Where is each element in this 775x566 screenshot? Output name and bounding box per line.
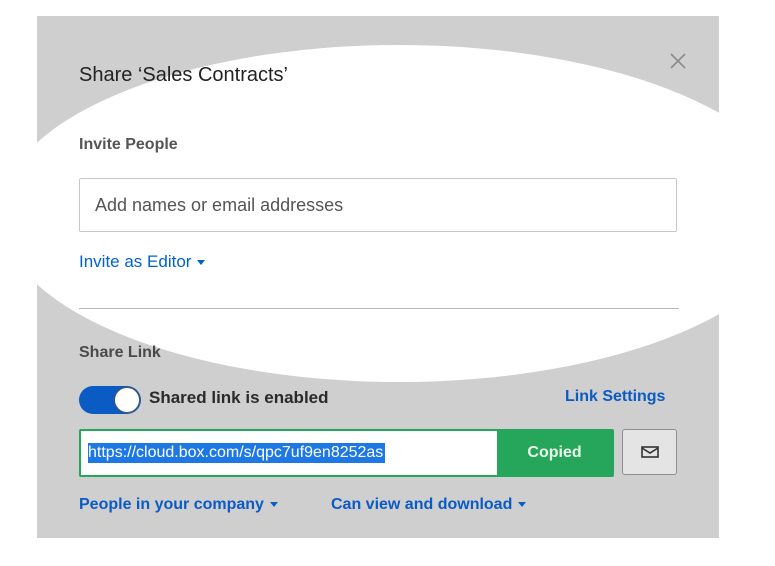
share-dialog: Share ‘Sales Contracts’ Invite People In… (37, 16, 719, 538)
shared-link-url-input[interactable]: https://cloud.box.com/s/qpc7uf9en8252as (81, 431, 497, 475)
invite-email-input[interactable] (79, 178, 677, 232)
invite-role-dropdown[interactable]: Invite as Editor (79, 252, 206, 272)
shared-link-url: https://cloud.box.com/s/qpc7uf9en8252as (88, 443, 386, 463)
invite-role-label: Invite as Editor (79, 252, 192, 271)
envelope-icon (641, 446, 659, 458)
close-icon[interactable] (667, 50, 689, 72)
toggle-knob (115, 388, 139, 412)
invite-people-label: Invite People (79, 136, 178, 153)
shared-link-status: Shared link is enabled (149, 388, 329, 407)
copy-link-button[interactable]: Copied (497, 431, 612, 475)
link-permission-dropdown[interactable]: Can view and download (331, 496, 527, 514)
chevron-down-icon (197, 260, 206, 266)
link-audience-dropdown[interactable]: People in your company (79, 496, 278, 514)
chevron-down-icon (518, 502, 527, 508)
link-settings-link[interactable]: Link Settings (565, 388, 665, 406)
link-permission-label: Can view and download (331, 496, 513, 513)
share-link-label: Share Link (79, 344, 161, 361)
section-divider (79, 308, 679, 309)
chevron-down-icon (269, 502, 278, 508)
email-link-button[interactable] (622, 429, 677, 475)
dialog-title: Share ‘Sales Contracts’ (79, 64, 288, 86)
shared-link-toggle[interactable] (79, 386, 141, 414)
shared-link-field: https://cloud.box.com/s/qpc7uf9en8252as … (79, 429, 614, 477)
link-audience-label: People in your company (79, 496, 264, 513)
